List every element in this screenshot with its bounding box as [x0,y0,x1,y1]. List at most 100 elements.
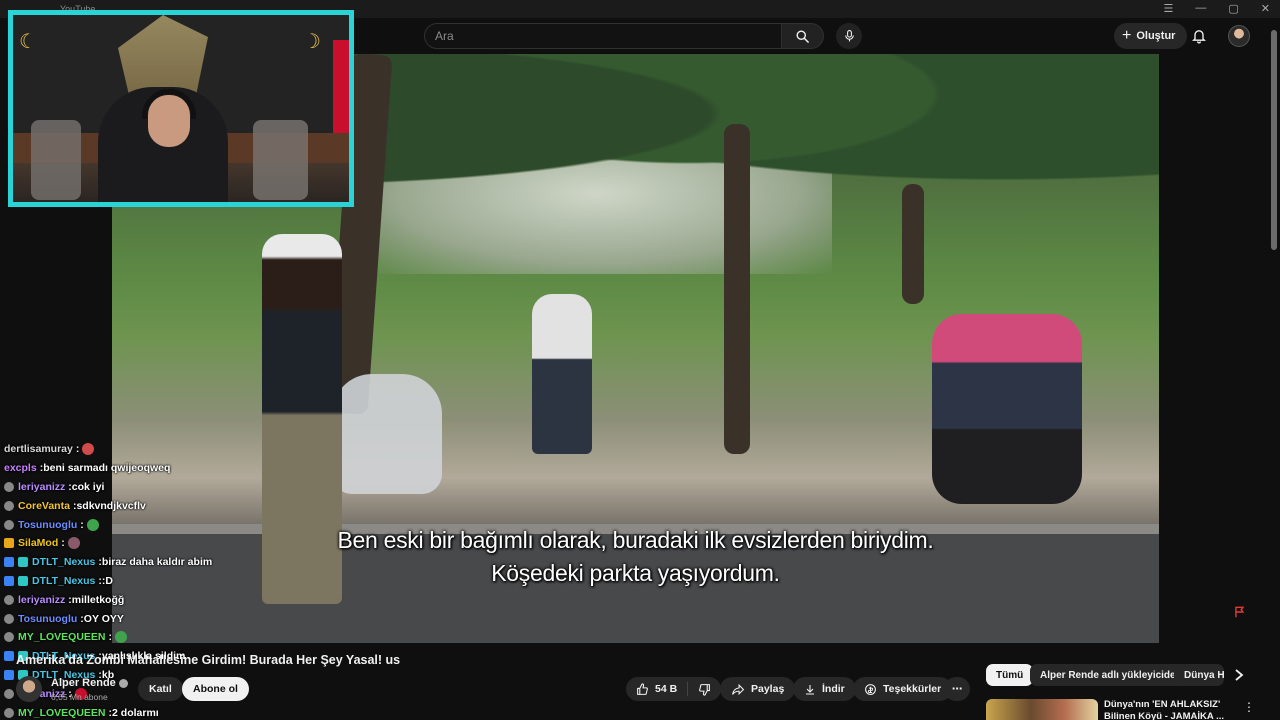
chat-separator: : [75,443,80,456]
chat-text: beni sarmadı qwijeoqweq [43,462,171,475]
chip-uploader-label: Alper Rende adlı yükleyiciden [1040,669,1182,681]
chat-text: :D [101,574,113,587]
chat-text: sdkvndjkvcflv [76,499,146,512]
chat-message: leriyanizz: milletkoğğ [4,590,334,609]
close-icon[interactable]: ✕ [1261,2,1270,15]
share-label: Paylaş [751,683,785,695]
emote-icon [67,537,80,550]
crescent-icon: ☾ [19,31,37,53]
like-button[interactable]: 54 B [626,677,687,701]
chat-username: leriyanizz [18,480,66,493]
channel-name[interactable]: Alper Rende [51,677,128,689]
chat-message: MY_LOVEQUEEN: [4,628,334,647]
chat-username: DTLT_Nexus [32,556,96,569]
chat-username: excpls [4,462,37,475]
chip-world[interactable]: Dünya H [1174,664,1224,686]
voice-search-button[interactable] [836,23,862,49]
chat-separator: : [80,518,84,531]
chat-text: biraz daha kaldır abim [101,556,213,569]
share-icon [732,683,745,695]
maximize-icon[interactable]: ▢ [1228,2,1238,15]
chip-world-label: Dünya H [1184,669,1224,681]
chip-all-label: Tümü [996,669,1024,681]
minimize-icon[interactable]: — [1195,2,1206,15]
search-bar [424,23,862,49]
chat-separator: : [108,631,113,644]
chat-message: MY_LOVEQUEEN: 2 dolarmı [4,703,334,720]
member-badge-icon [4,557,14,568]
thanks-icon [865,683,876,695]
user-badge-icon [4,594,14,605]
recommended-thumbnail[interactable] [986,699,1098,720]
chat-message: leriyanizz: cok iyi [4,478,334,497]
create-button[interactable]: + Oluştur [1114,23,1188,49]
channel-avatar[interactable] [16,676,42,702]
channel-name-text: Alper Rende [51,677,116,689]
chevron-right-icon [1235,669,1244,681]
moderator-badge-icon [4,538,14,549]
emote-icon [115,631,128,644]
notifications-button[interactable] [1191,27,1207,49]
create-label: Oluştur [1136,30,1176,42]
user-badge-icon [4,519,14,530]
user-badge-icon [4,688,14,699]
user-badge-icon [4,632,14,643]
subscribe-button[interactable]: Abone ol [182,677,249,701]
more-icon: ⋯ [951,683,963,695]
chat-username: leriyanizz [18,593,66,606]
chat-message: CoreVanta: sdkvndjkvcflv [4,496,334,515]
search-input[interactable] [424,23,782,49]
chat-separator: : [61,537,65,550]
thumbs-up-icon [637,682,648,695]
chat-message: DTLT_Nexus: :D [4,572,334,591]
webcam-overlay: ☾ ☽ [8,10,354,207]
chat-username: DTLT_Nexus [32,574,96,587]
user-badge-icon [4,707,14,718]
more-actions-button[interactable]: ⋯ [944,677,970,701]
chat-message: DTLT_Nexus: biraz daha kaldır abim [4,553,334,572]
verified-icon [118,678,128,688]
member-badge-icon [4,575,14,586]
chat-username: Tosunuoglu [18,518,78,531]
window-controls: ☰ — ▢ ✕ [1164,2,1271,15]
share-button[interactable]: Paylaş [720,677,796,701]
chat-message: excpls: beni sarmadı qwijeoqweq [4,459,334,478]
subscriber-badge-icon [18,575,28,586]
user-badge-icon [4,481,14,492]
bell-icon [1192,30,1206,44]
join-button[interactable]: Katıl [138,677,183,701]
dislike-button[interactable] [688,677,721,701]
member-badge-icon [4,651,14,662]
crescent-icon: ☽ [303,31,321,53]
chat-message: SilaMod: [4,534,334,553]
chat-username: MY_LOVEQUEEN [18,706,106,719]
subscribe-label: Abone ol [193,683,238,695]
chip-all[interactable]: Tümü [986,664,1034,686]
search-button[interactable] [782,23,824,49]
recommended-more-icon[interactable]: ⋮ [1243,700,1255,714]
download-label: İndir [822,683,845,695]
chat-username: CoreVanta [18,499,70,512]
like-dislike-group: 54 B [626,677,722,701]
menu-icon[interactable]: ☰ [1164,2,1174,15]
page-scrollbar[interactable] [1271,30,1277,250]
member-badge-icon [4,669,14,680]
chat-text: OY OYY [83,612,124,625]
chat-text: 2 dolarmı [112,706,159,719]
thanks-button[interactable]: Teşekkürler [853,677,953,701]
search-icon [796,30,809,43]
flag-icon[interactable] [1233,605,1247,624]
chat-message: dertlisamuray: [4,440,334,459]
chat-username: dertlisamuray [4,443,73,456]
chat-username: SilaMod [18,537,59,550]
join-label: Katıl [149,683,172,695]
emote-icon [86,518,99,531]
download-icon [806,684,814,695]
account-avatar[interactable] [1228,25,1250,47]
chips-next-button[interactable] [1229,665,1249,685]
chat-text: cok iyi [71,480,105,493]
download-button[interactable]: İndir [793,677,856,701]
recommended-title[interactable]: Dünya'nın 'EN AHLAKSIZ' Bilinen Köyü - J… [1104,699,1240,720]
chip-uploader[interactable]: Alper Rende adlı yükleyiciden [1030,664,1192,686]
emote-icon [82,443,95,456]
